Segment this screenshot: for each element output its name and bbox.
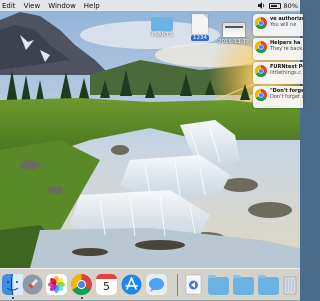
trash-icon bbox=[283, 276, 297, 295]
menu-bar: Edit View Window Help 80% bbox=[0, 0, 300, 11]
running-indicator bbox=[81, 297, 83, 299]
document-icon bbox=[192, 14, 208, 34]
dock-launchpad[interactable] bbox=[22, 274, 43, 295]
dock-finder[interactable] bbox=[2, 274, 23, 295]
calendar-day: 5 bbox=[103, 280, 110, 293]
rocket-icon bbox=[22, 274, 43, 295]
dock: 5 bbox=[0, 268, 300, 301]
desktop-icon-label: PLANTS bbox=[151, 32, 173, 38]
desktop-folder-plants[interactable]: PLANTS bbox=[151, 14, 173, 38]
desktop-file-1234[interactable]: 1234 bbox=[191, 14, 209, 41]
notification-body: They're back bbox=[270, 46, 303, 52]
document-icon bbox=[185, 274, 202, 295]
notification-body: littlethings.c bbox=[270, 70, 301, 76]
chrome-icon bbox=[255, 17, 267, 29]
menu-edit[interactable]: Edit bbox=[0, 2, 20, 10]
chrome-icon bbox=[255, 65, 267, 77]
dock-folder-3[interactable] bbox=[258, 275, 279, 295]
dock-calendar[interactable]: 5 bbox=[96, 274, 117, 295]
messages-icon bbox=[146, 274, 167, 295]
sound-icon[interactable] bbox=[257, 2, 266, 9]
notification[interactable]: ve authorize You will ne bbox=[253, 14, 303, 36]
menu-window[interactable]: Window bbox=[44, 2, 80, 10]
notification-body: You will ne bbox=[270, 22, 297, 28]
notification[interactable]: Helpers ha They're back bbox=[253, 38, 303, 60]
chrome-icon bbox=[255, 89, 267, 101]
desktop-screenshot-file[interactable]: 2016-11 TP bbox=[218, 22, 249, 45]
dock-trash[interactable] bbox=[282, 274, 298, 295]
chrome-icon bbox=[255, 41, 267, 53]
dock-app-store[interactable] bbox=[121, 274, 142, 295]
dock-document[interactable] bbox=[183, 274, 204, 295]
dock-folder-1[interactable] bbox=[208, 275, 229, 295]
menu-view[interactable]: View bbox=[20, 2, 45, 10]
battery-percent: 80% bbox=[283, 1, 298, 10]
desktop-icon-label: 1234 bbox=[191, 35, 209, 41]
chrome-icon bbox=[71, 274, 92, 295]
folder-icon bbox=[151, 14, 173, 31]
notification-body: Don't forget u bbox=[270, 94, 303, 100]
menu-help[interactable]: Help bbox=[80, 2, 104, 10]
desktop-icon-label: 2016-11 TP bbox=[218, 39, 250, 45]
dock-separator bbox=[177, 274, 178, 296]
status-area: 80% bbox=[257, 1, 300, 10]
battery-icon[interactable] bbox=[268, 2, 281, 9]
photos-icon bbox=[46, 274, 67, 295]
dock-messages[interactable] bbox=[146, 274, 167, 295]
finder-icon bbox=[2, 274, 23, 295]
screenshot-icon bbox=[221, 22, 246, 38]
dock-folder-2[interactable] bbox=[233, 275, 254, 295]
dock-photos[interactable] bbox=[46, 274, 67, 295]
dock-chrome[interactable] bbox=[71, 274, 92, 295]
running-indicator bbox=[12, 297, 14, 299]
appstore-icon bbox=[121, 274, 142, 295]
notification[interactable]: "Don't forget t Don't forget u bbox=[253, 86, 303, 108]
notification[interactable]: FURNtext Pe littlethings.c bbox=[253, 62, 303, 84]
notification-stack: ve authorize You will ne Helpers ha They… bbox=[253, 14, 303, 108]
